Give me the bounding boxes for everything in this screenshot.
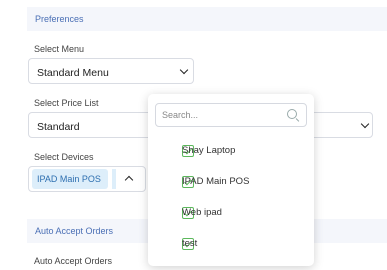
device-option[interactable]: Web ipad (162, 206, 302, 222)
chevron-down-icon (360, 119, 370, 129)
device-option[interactable]: IPAD Main POS (162, 175, 302, 191)
select-menu-dropdown[interactable]: Standard Menu (28, 58, 194, 84)
device-option-label: Shay Laptop (182, 145, 236, 156)
select-menu-value: Standard Menu (37, 67, 109, 79)
device-option[interactable]: test (162, 237, 302, 253)
select-menu-label: Select Menu (34, 44, 85, 54)
preferences-section-header: Preferences (27, 7, 387, 31)
select-price-list-value: Standard (37, 121, 80, 133)
device-search-box[interactable] (155, 103, 307, 127)
select-devices-label: Select Devices (34, 152, 94, 162)
auto-accept-label: Auto Accept Orders (34, 256, 113, 266)
search-icon (287, 109, 297, 119)
device-option-label: Web ipad (182, 207, 222, 218)
device-chip-label: IPAD Main POS (37, 174, 101, 184)
device-option-label: test (182, 238, 198, 249)
device-option-label: IPAD Main POS (182, 176, 250, 187)
device-chip[interactable]: IPAD Main POS (32, 169, 108, 189)
preferences-title: Preferences (35, 14, 84, 24)
device-option[interactable]: Shay Laptop (162, 144, 302, 160)
device-search-input[interactable] (162, 108, 280, 122)
devices-dropdown-panel: Shay Laptop IPAD Main POS Web ipad test (148, 94, 314, 266)
device-chip-overflow (112, 169, 116, 189)
auto-accept-title: Auto Accept Orders (35, 226, 114, 236)
select-price-list-label: Select Price List (34, 98, 99, 108)
chevron-down-icon (179, 65, 189, 75)
